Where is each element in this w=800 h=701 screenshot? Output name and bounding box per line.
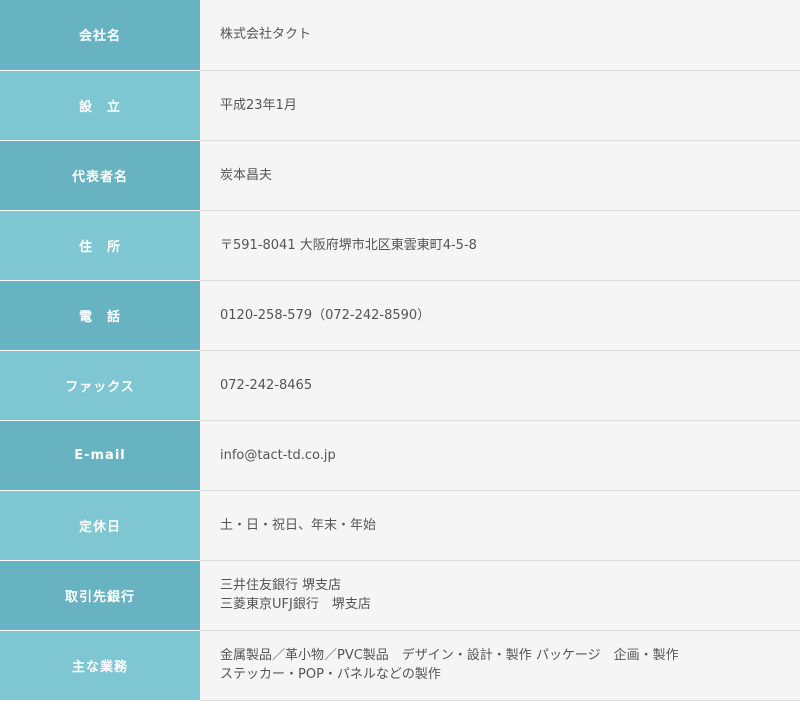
label-established: 設 立 [0, 70, 200, 141]
value-holidays: 土・日・祝日、年末・年始 [200, 490, 800, 561]
row-holidays: 定休日 土・日・祝日、年末・年始 [0, 490, 800, 561]
row-representative: 代表者名 炭本昌夫 [0, 140, 800, 211]
value-line: 炭本昌夫 [220, 167, 273, 183]
value-company-name: 株式会社タクト [200, 0, 800, 71]
value-email: info@tact-td.co.jp [200, 420, 800, 491]
row-business: 主な業務 金属製品／革小物／PVC製品 デザイン・設計・製作 パッケージ 企画・… [0, 630, 800, 701]
value-representative: 炭本昌夫 [200, 140, 800, 211]
row-banks: 取引先銀行 三井住友銀行 堺支店 三菱東京UFJ銀行 堺支店 [0, 560, 800, 631]
value-line: 土・日・祝日、年末・年始 [220, 517, 377, 533]
value-phone: 0120-258-579（072-242-8590） [200, 280, 800, 351]
row-email: E-mail info@tact-td.co.jp [0, 420, 800, 491]
company-info-table: 会社名 株式会社タクト 設 立 平成23年1月 代表者名 炭本昌夫 住 所 〒5… [0, 0, 800, 701]
row-address: 住 所 〒591-8041 大阪府堺市北区東雲東町4-5-8 [0, 210, 800, 281]
label-business: 主な業務 [0, 630, 200, 701]
label-holidays: 定休日 [0, 490, 200, 561]
value-line: 株式会社タクト [220, 27, 312, 43]
value-established: 平成23年1月 [200, 70, 800, 141]
label-banks: 取引先銀行 [0, 560, 200, 631]
label-representative: 代表者名 [0, 140, 200, 211]
value-address: 〒591-8041 大阪府堺市北区東雲東町4-5-8 [200, 210, 800, 281]
row-fax: ファックス 072-242-8465 [0, 350, 800, 421]
label-email: E-mail [0, 420, 200, 491]
label-address: 住 所 [0, 210, 200, 281]
row-established: 設 立 平成23年1月 [0, 70, 800, 141]
value-business: 金属製品／革小物／PVC製品 デザイン・設計・製作 パッケージ 企画・製作 ステ… [200, 630, 800, 701]
value-line: info@tact-td.co.jp [220, 447, 336, 463]
value-line: 平成23年1月 [220, 97, 297, 113]
value-fax: 072-242-8465 [200, 350, 800, 421]
label-company-name: 会社名 [0, 0, 200, 71]
value-line: 072-242-8465 [220, 377, 313, 393]
value-line: 三井住友銀行 堺支店 [220, 578, 342, 593]
label-fax: ファックス [0, 350, 200, 421]
value-banks: 三井住友銀行 堺支店 三菱東京UFJ銀行 堺支店 [200, 560, 800, 631]
value-line: ステッカー・POP・パネルなどの製作 [220, 667, 441, 682]
row-company-name: 会社名 株式会社タクト [0, 0, 800, 71]
value-line: 〒591-8041 大阪府堺市北区東雲東町4-5-8 [220, 237, 477, 253]
value-line: 0120-258-579（072-242-8590） [220, 307, 431, 323]
label-phone: 電 話 [0, 280, 200, 351]
value-line: 三菱東京UFJ銀行 堺支店 [220, 597, 371, 612]
row-phone: 電 話 0120-258-579（072-242-8590） [0, 280, 800, 351]
value-line: 金属製品／革小物／PVC製品 デザイン・設計・製作 パッケージ 企画・製作 [220, 648, 679, 663]
